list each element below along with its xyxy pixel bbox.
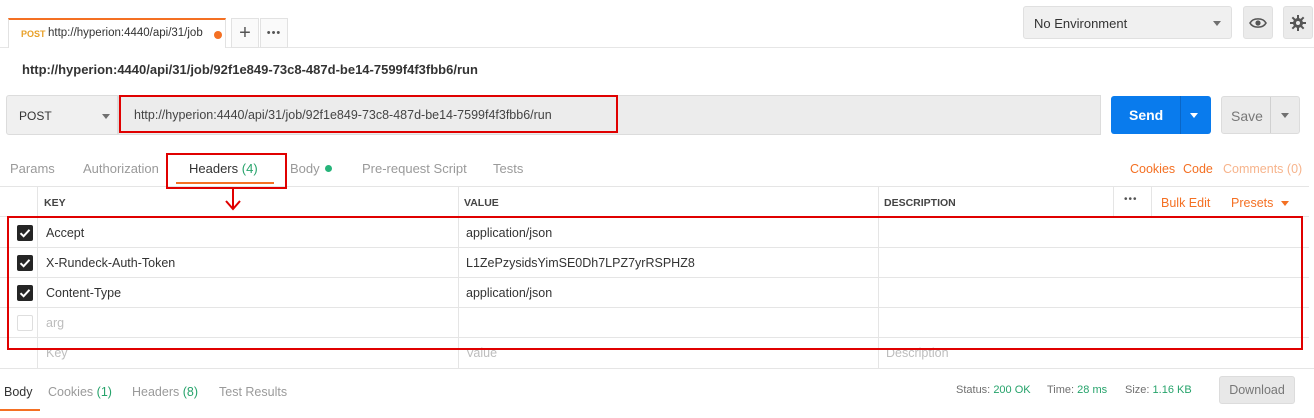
response-tab-cookies[interactable]: Cookies (1): [48, 385, 112, 399]
response-cookies-count: (1): [96, 385, 112, 399]
presets-label: Presets: [1231, 196, 1274, 210]
size-readout: Size: 1.16 KB: [1125, 384, 1192, 396]
time-value: 28 ms: [1077, 384, 1108, 396]
presets-chevron-icon: [1281, 201, 1289, 206]
environment-quick-look-button[interactable]: [1243, 6, 1273, 39]
tab-body-label: Body: [290, 161, 320, 176]
tab-title: http://hyperion:4440/api/31/job: [48, 27, 203, 39]
send-button[interactable]: Send: [1111, 96, 1211, 134]
size-label: Size:: [1125, 384, 1150, 396]
method-select[interactable]: POST: [6, 95, 118, 135]
more-options-icon[interactable]: •••: [1124, 194, 1138, 205]
column-value: VALUE: [464, 197, 499, 209]
request-title: http://hyperion:4440/api/31/job/92f1e849…: [22, 62, 478, 77]
eye-icon: [1249, 17, 1267, 28]
status-value: 200 OK: [993, 384, 1031, 396]
status-readout: Status: 200 OK: [956, 384, 1031, 396]
arrow-down-icon: [225, 188, 241, 211]
tab-method: POST: [21, 29, 46, 39]
send-options-chevron-icon[interactable]: [1190, 113, 1198, 118]
environment-select[interactable]: No Environment: [1023, 6, 1232, 39]
response-cookies-label: Cookies: [48, 385, 94, 399]
headers-rows-highlight-box: [7, 216, 1303, 350]
column-description: DESCRIPTION: [884, 197, 956, 209]
bulk-edit-link[interactable]: Bulk Edit: [1161, 196, 1210, 210]
manage-environments-button[interactable]: [1283, 6, 1313, 39]
request-tab[interactable]: POST http://hyperion:4440/api/31/job: [8, 18, 226, 48]
response-headers-count: (8): [182, 385, 199, 399]
response-headers-label: Headers: [132, 385, 180, 399]
response-tab-test-results[interactable]: Test Results: [219, 385, 287, 399]
cookies-link[interactable]: Cookies: [1130, 162, 1175, 176]
tab-params[interactable]: Params: [10, 161, 55, 176]
environment-label: No Environment: [1034, 16, 1128, 31]
tab-tests[interactable]: Tests: [493, 161, 523, 176]
time-label: Time:: [1047, 384, 1075, 396]
send-label: Send: [1129, 107, 1164, 123]
tab-prerequest-script[interactable]: Pre-request Script: [362, 161, 467, 176]
response-bar: Body Cookies (1) Headers (8) Test Result…: [0, 368, 1314, 411]
size-value: 1.16 KB: [1152, 384, 1192, 396]
chevron-down-icon: [1213, 21, 1221, 26]
save-button[interactable]: Save: [1221, 96, 1300, 134]
code-link[interactable]: Code: [1183, 162, 1213, 176]
headers-tab-highlight-box: [166, 153, 287, 189]
response-active-tab-underline: [0, 409, 40, 411]
body-indicator-dot-icon: [324, 165, 332, 172]
column-key: KEY: [44, 197, 66, 209]
url-highlight-box: [119, 95, 618, 133]
unsaved-dot-icon: [214, 31, 222, 39]
tab-options-button[interactable]: •••: [260, 18, 288, 48]
save-label: Save: [1231, 108, 1263, 124]
status-label: Status:: [956, 384, 991, 396]
save-options-chevron-icon[interactable]: [1281, 113, 1289, 118]
time-readout: Time: 28 ms: [1047, 384, 1107, 396]
tab-bar: POST http://hyperion:4440/api/31/job + •…: [0, 0, 1314, 48]
tab-body[interactable]: Body: [290, 161, 332, 176]
presets-dropdown[interactable]: Presets: [1231, 196, 1273, 210]
comments-link[interactable]: Comments (0): [1223, 162, 1302, 176]
response-tab-body[interactable]: Body: [4, 385, 33, 399]
method-label: POST: [19, 109, 52, 123]
chevron-down-icon: [102, 114, 110, 119]
download-button[interactable]: Download: [1219, 376, 1295, 404]
plus-icon: +: [239, 22, 251, 44]
new-tab-button[interactable]: +: [231, 18, 259, 48]
tab-authorization[interactable]: Authorization: [83, 161, 159, 176]
gear-icon: [1290, 14, 1306, 31]
response-tab-headers[interactable]: Headers (8): [132, 385, 198, 399]
ellipsis-icon: •••: [266, 27, 282, 39]
